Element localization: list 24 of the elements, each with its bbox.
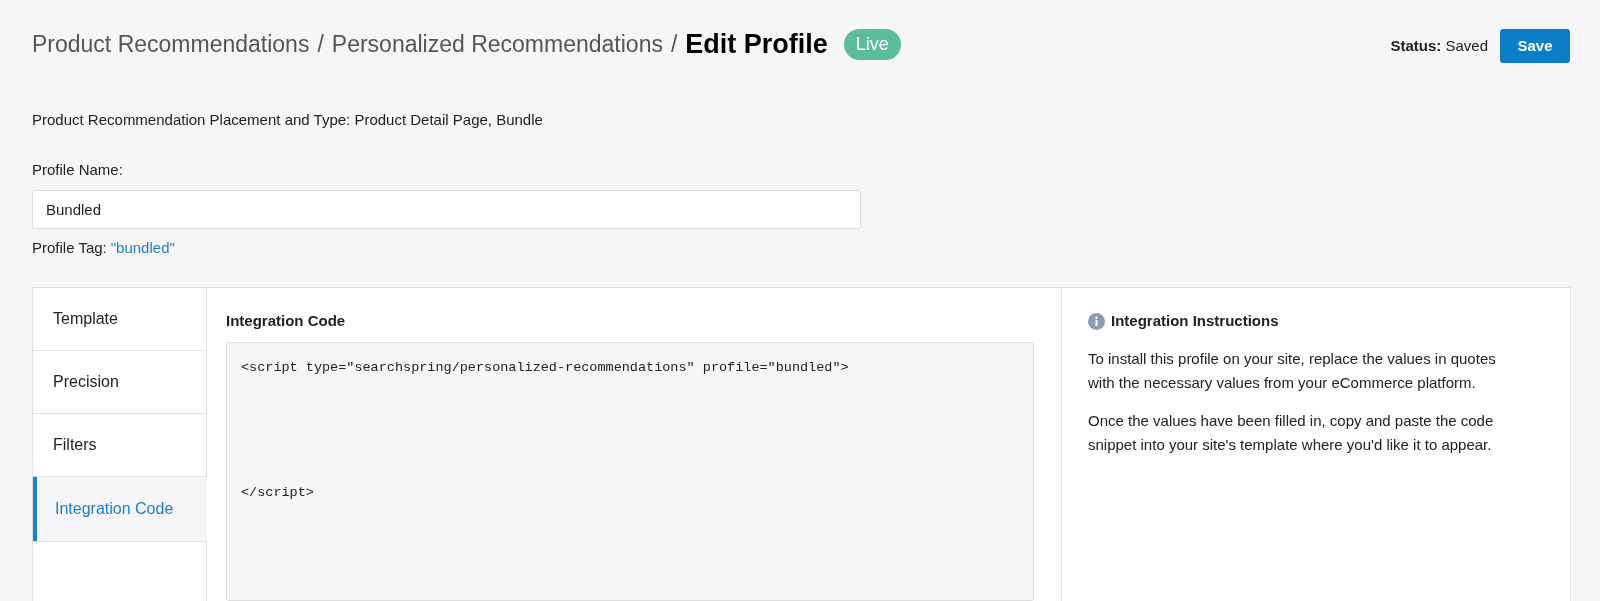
save-button[interactable]: Save: [1500, 29, 1570, 64]
info-icon: [1088, 312, 1105, 330]
breadcrumb-link[interactable]: Product Recommendations: [32, 27, 310, 62]
breadcrumb-separator: /: [670, 30, 678, 59]
status-text: Status: Saved: [1390, 36, 1488, 56]
section-heading: Integration Instructions: [1111, 311, 1279, 331]
breadcrumb-link[interactable]: Personalized Recommendations: [331, 27, 663, 62]
instruction-paragraph: To install this profile on your site, replace the values in quotes with the necessary values from your eCommerce platform.: [1088, 348, 1497, 393]
code-line: </script>: [241, 483, 315, 502]
field-label: Profile Name:: [31, 160, 124, 180]
field-label: Profile Tag:: [32, 237, 107, 258]
instruction-paragraph: Once the values have been filled in, copy and paste the code snippet into your site's template where you'd like it to appear.: [1088, 410, 1495, 455]
code-line: <script type="searchspring/personalized-recommendations" profile="bundled">: [241, 358, 850, 377]
breadcrumb-separator: /: [317, 30, 324, 59]
status-badge: Live: [843, 28, 901, 60]
sidebar-tab[interactable]: Precision: [33, 351, 207, 414]
sidebar-tab[interactable]: Template: [33, 288, 207, 351]
profile-tag-link[interactable]: "bundled": [110, 236, 175, 259]
page-title: Edit Profile: [685, 28, 828, 61]
section-heading: Integration Code: [226, 311, 347, 331]
sidebar-tab[interactable]: Integration Code: [33, 477, 207, 541]
profile-name-field[interactable]: Bundled: [32, 189, 861, 229]
sidebar-tab[interactable]: Filters: [33, 414, 207, 477]
placement-text: Product Recommendation Placement and Type: Product Detail Page, Bundle: [31, 109, 544, 130]
